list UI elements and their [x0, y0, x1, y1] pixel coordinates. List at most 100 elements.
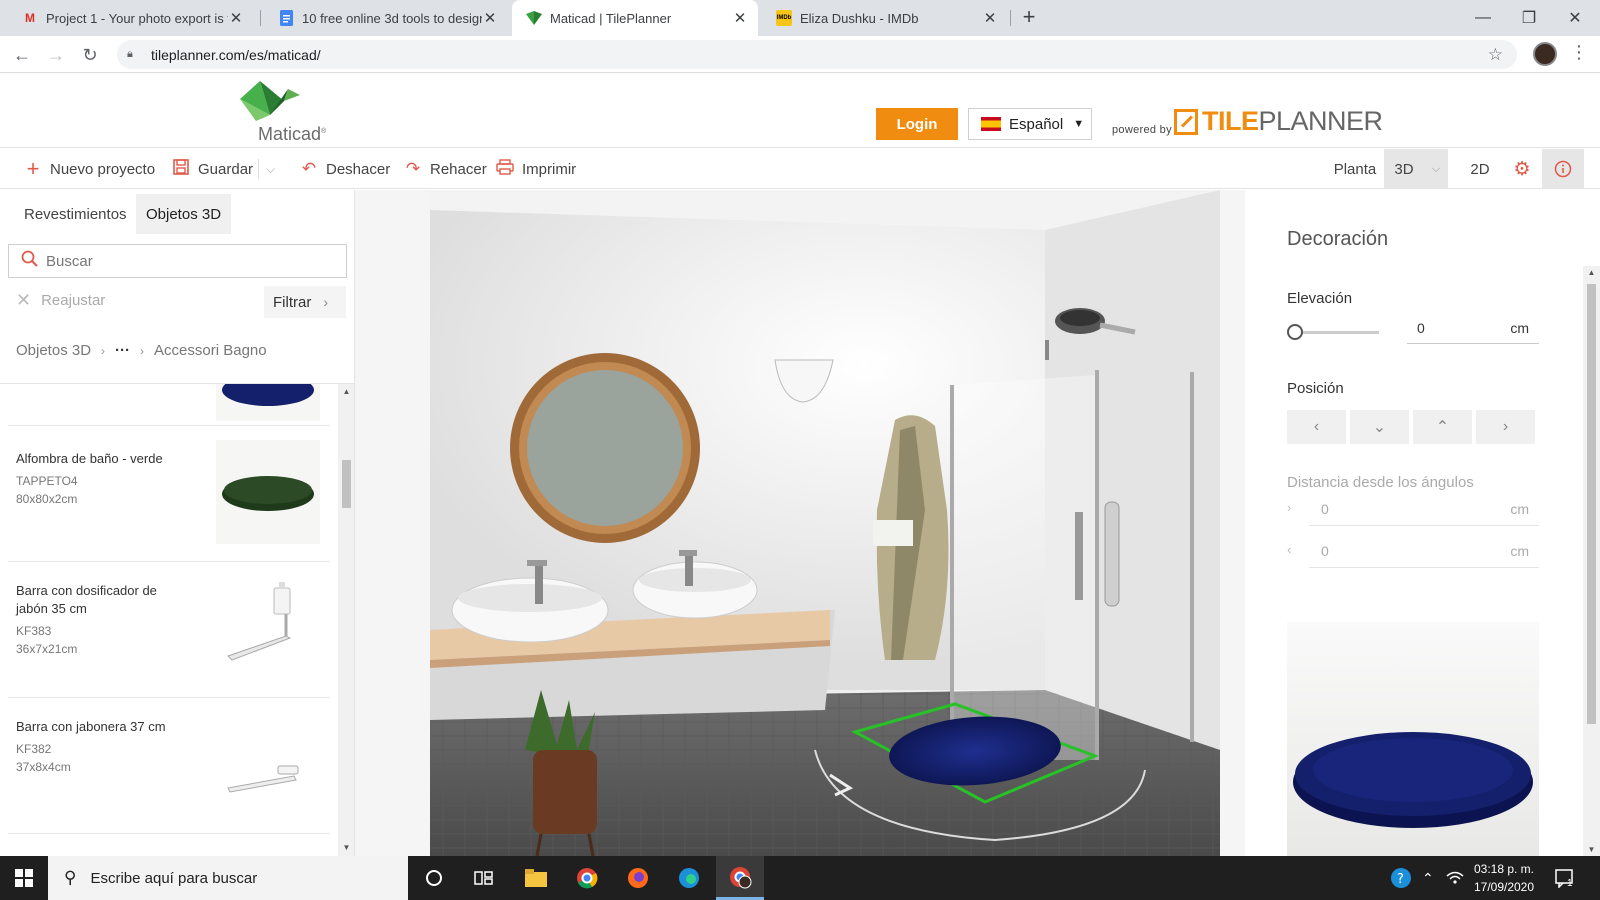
- taskbar-search[interactable]: ⚲ Escribe aquí para buscar: [48, 856, 408, 900]
- list-item[interactable]: Alfombra de baño - verde TAPPETO4 80x80x…: [8, 426, 330, 562]
- breadcrumb-item-objetos-3d[interactable]: Objetos 3D: [16, 342, 91, 359]
- save-button[interactable]: Guardar: [172, 149, 253, 189]
- panel-title: Decoración: [1287, 228, 1389, 250]
- chevron-down-icon: ▼: [1073, 118, 1085, 130]
- search-input[interactable]: [46, 252, 326, 270]
- reload-icon[interactable]: ↻: [77, 42, 103, 68]
- view-3d-button[interactable]: 3D: [1384, 149, 1424, 189]
- language-value: Español: [1009, 115, 1064, 133]
- print-button[interactable]: Imprimir: [496, 149, 576, 189]
- chrome-active-window-icon[interactable]: [716, 856, 764, 900]
- move-down-button[interactable]: ⌄: [1350, 410, 1409, 444]
- system-clock[interactable]: 03:18 p. m. 17/09/2020: [1468, 860, 1540, 896]
- distance-right-input[interactable]: 0 cm: [1309, 494, 1539, 526]
- chrome-icon[interactable]: [563, 856, 611, 900]
- tab-objetos-3d[interactable]: Objetos 3D: [136, 194, 232, 234]
- svg-text:?: ?: [1397, 872, 1404, 887]
- move-right-button[interactable]: ›: [1476, 410, 1535, 444]
- plus-icon: +: [26, 156, 40, 181]
- redo-label: Rehacer: [430, 160, 487, 178]
- list-item[interactable]: [8, 384, 330, 426]
- minimize-icon[interactable]: —: [1460, 0, 1506, 36]
- move-left-button[interactable]: ‹: [1287, 410, 1346, 444]
- elevation-input[interactable]: 0 cm: [1407, 314, 1539, 344]
- browser-menu-icon[interactable]: ⋮: [1570, 42, 1588, 63]
- login-button[interactable]: Login: [876, 108, 958, 140]
- product-name: Alfombra de baño - verde: [16, 451, 163, 466]
- tray-expand-icon[interactable]: ⌃: [1422, 856, 1434, 900]
- windows-start-icon[interactable]: [0, 856, 48, 900]
- product-dimensions: 37x8x4cm: [16, 760, 71, 774]
- task-view-icon[interactable]: [460, 856, 508, 900]
- tab-title: Maticad | TilePlanner: [550, 10, 672, 26]
- new-tab-button[interactable]: +: [1015, 4, 1043, 32]
- move-up-button[interactable]: ⌃: [1413, 410, 1472, 444]
- elevation-slider-handle[interactable]: [1287, 324, 1303, 340]
- info-icon[interactable]: [1542, 149, 1584, 189]
- cortana-icon[interactable]: [410, 856, 458, 900]
- 3d-viewport[interactable]: [355, 190, 1245, 856]
- chevron-left-icon: ‹: [1287, 542, 1292, 557]
- close-tab-icon[interactable]: ✕: [482, 9, 498, 27]
- google-docs-icon: [278, 10, 294, 26]
- undo-button[interactable]: ↶ Deshacer: [300, 149, 390, 189]
- properties-panel: Decoración Elevación 0 cm Posición ‹ ⌄ ⌃…: [1245, 190, 1600, 856]
- close-tab-icon[interactable]: ✕: [732, 9, 748, 27]
- close-tab-icon[interactable]: ✕: [982, 9, 998, 27]
- browser-tab-docs[interactable]: 10 free online 3d tools to design ✕: [264, 0, 508, 36]
- help-icon[interactable]: ?: [1390, 856, 1412, 900]
- profile-avatar[interactable]: [1533, 42, 1557, 66]
- product-code: KF382: [16, 742, 52, 756]
- edge-icon[interactable]: [665, 856, 713, 900]
- view-3d-dropdown-icon[interactable]: ⌵: [1424, 149, 1448, 189]
- bookmark-star-icon[interactable]: ☆: [1488, 45, 1503, 65]
- elevation-slider-track[interactable]: [1295, 331, 1379, 334]
- distance-left-input[interactable]: 0 cm: [1309, 536, 1539, 568]
- view-2d-button[interactable]: 2D: [1458, 149, 1502, 189]
- redo-button[interactable]: ↷ Rehacer: [404, 149, 487, 189]
- browser-tab-imdb[interactable]: IMDb Eliza Dushku - IMDb ✕: [762, 0, 1008, 36]
- scroll-down-icon[interactable]: ▼: [1583, 845, 1600, 854]
- reset-button[interactable]: ✕ Reajustar: [16, 290, 105, 311]
- breadcrumb-item-accessori-bagno[interactable]: Accessori Bagno: [154, 342, 267, 359]
- close-window-icon[interactable]: ✕: [1552, 0, 1598, 36]
- back-icon[interactable]: ←: [9, 42, 35, 68]
- list-item[interactable]: Barra con dosificador de jabón 35 cm KF3…: [8, 562, 330, 698]
- tab-revestimientos[interactable]: Revestimientos: [14, 194, 137, 234]
- firefox-icon[interactable]: [614, 856, 662, 900]
- clock-time: 03:18 p. m.: [1473, 862, 1535, 876]
- close-tab-icon[interactable]: ✕: [228, 9, 244, 27]
- maticad-icon: [526, 10, 542, 26]
- language-select[interactable]: Español ▼: [968, 108, 1092, 140]
- product-code: KF383: [16, 624, 52, 638]
- scroll-down-icon[interactable]: ▼: [338, 840, 354, 856]
- filter-button[interactable]: Filtrar ›: [264, 286, 346, 318]
- address-bar: ← → ↻ 🔒︎ tileplanner.com/es/maticad/ ☆: [0, 36, 1600, 73]
- breadcrumb-item-ellipsis[interactable]: ···: [115, 342, 130, 359]
- properties-scrollbar[interactable]: ▲ ▼: [1583, 266, 1600, 856]
- bathroom-3d-scene[interactable]: [355, 190, 1245, 856]
- list-item[interactable]: Barra con jabonera 37 cm KF382 37x8x4cm: [8, 698, 330, 834]
- taskbar-search-text: Escribe aquí para buscar: [90, 869, 258, 887]
- notifications-icon[interactable]: 1: [1554, 856, 1573, 900]
- tab-separator: [260, 10, 261, 26]
- settings-gear-icon[interactable]: ⚙: [1502, 149, 1542, 189]
- product-thumbnail: [216, 714, 320, 818]
- file-explorer-icon[interactable]: [512, 856, 560, 900]
- catalog-scrollbar[interactable]: ▲ ▼: [338, 384, 354, 856]
- scrollbar-thumb[interactable]: [1587, 284, 1596, 724]
- save-options-dropdown[interactable]: ⌵: [266, 149, 275, 189]
- scroll-up-icon[interactable]: ▲: [338, 384, 354, 400]
- scroll-up-icon[interactable]: ▲: [1583, 268, 1600, 277]
- forward-icon[interactable]: →: [43, 42, 69, 68]
- browser-tab-maticad[interactable]: Maticad | TilePlanner ✕: [512, 0, 758, 36]
- restore-icon[interactable]: ❐: [1506, 0, 1552, 36]
- browser-tab-gmail[interactable]: M Project 1 - Your photo export is fi ✕: [8, 0, 254, 36]
- scrollbar-thumb[interactable]: [342, 460, 351, 508]
- url-text[interactable]: tileplanner.com/es/maticad/: [151, 47, 321, 63]
- wifi-icon[interactable]: [1446, 856, 1464, 900]
- omnibox[interactable]: 🔒︎ tileplanner.com/es/maticad/ ☆: [117, 40, 1517, 69]
- new-project-button[interactable]: + Nuevo proyecto: [24, 149, 156, 189]
- view-plan-button[interactable]: Planta: [1326, 149, 1384, 189]
- clock-date: 17/09/2020: [1473, 880, 1535, 894]
